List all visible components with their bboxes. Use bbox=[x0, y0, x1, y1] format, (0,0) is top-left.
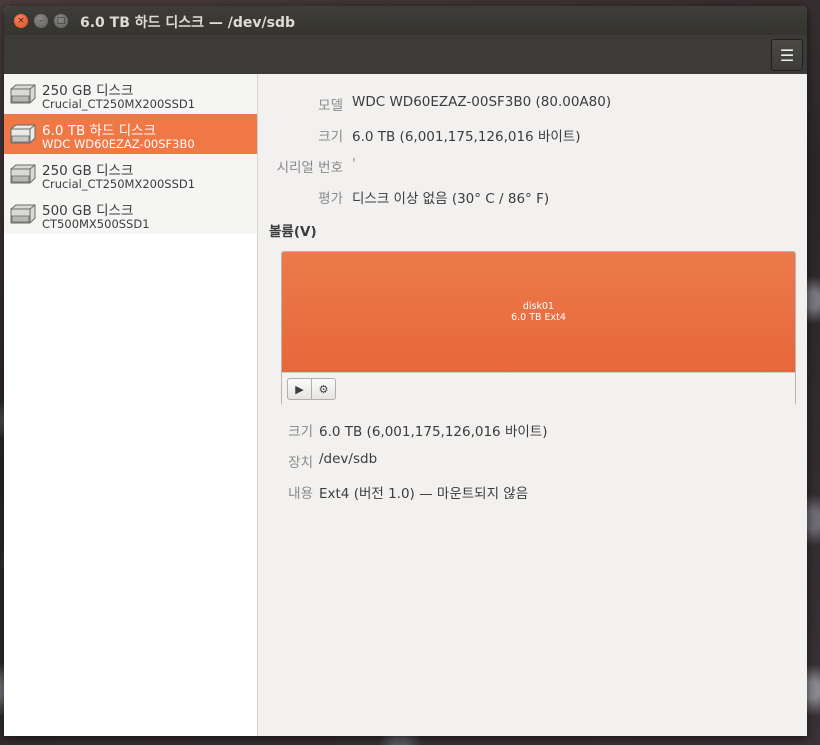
partition-options-button[interactable]: ⚙ bbox=[311, 378, 336, 400]
disk-model: WDC WD60EZAZ-00SF3B0 bbox=[42, 137, 195, 151]
play-icon: ▶ bbox=[295, 382, 304, 396]
volumes-heading: 볼륨(V) bbox=[269, 224, 317, 240]
close-button[interactable]: × bbox=[14, 14, 28, 28]
contents-value: Ext4 (버전 1.0) — 마운트되지 않음 bbox=[319, 486, 529, 502]
size-value: 6.0 TB (6,001,175,126,016 바이트) bbox=[352, 129, 581, 145]
disk-name: 250 GB 디스크 bbox=[42, 163, 134, 179]
assessment-value: 디스크 이상 없음 (30° C / 86° F) bbox=[352, 191, 550, 207]
partition-block[interactable]: disk01 6.0 TB Ext4 bbox=[282, 252, 795, 372]
minimize-icon: – bbox=[38, 15, 44, 26]
window-title: 6.0 TB 하드 디스크 — /dev/sdb bbox=[80, 15, 296, 31]
gears-icon: ⚙ bbox=[318, 382, 329, 396]
model-label: 모델 bbox=[318, 98, 343, 114]
contents-label: 내용 bbox=[288, 486, 313, 502]
volume-toolbar: ▶ ⚙ bbox=[282, 372, 795, 406]
device-value: /dev/sdb bbox=[319, 451, 378, 467]
disk-item-500gb[interactable]: 500 GB 디스크 CT500MX500SSD1 bbox=[4, 194, 257, 234]
hard-drive-icon bbox=[10, 164, 36, 184]
disk-model: CT500MX500SSD1 bbox=[42, 217, 150, 231]
disk-item-250gb-2[interactable]: 250 GB 디스크 Crucial_CT250MX200SSD1 bbox=[4, 154, 257, 194]
device-label: 장치 bbox=[288, 455, 313, 471]
volume-map: disk01 6.0 TB Ext4 ▶ ⚙ bbox=[281, 251, 796, 406]
hard-drive-icon bbox=[10, 124, 36, 144]
serial-value: ' bbox=[352, 156, 356, 172]
assessment-label: 평가 bbox=[318, 191, 343, 207]
close-icon: × bbox=[17, 15, 25, 26]
hard-drive-icon bbox=[10, 84, 36, 104]
maximize-icon: □ bbox=[56, 15, 66, 26]
model-value: WDC WD60EZAZ-00SF3B0 (80.00A80) bbox=[352, 94, 612, 110]
disks-window: × – □ 6.0 TB 하드 디스크 — /dev/sdb ☰ 250 GB … bbox=[4, 6, 807, 736]
mount-button[interactable]: ▶ bbox=[287, 378, 312, 400]
disk-name: 6.0 TB 하드 디스크 bbox=[42, 123, 156, 139]
disk-sidebar: 250 GB 디스크 Crucial_CT250MX200SSD1 6.0 TB… bbox=[4, 74, 258, 736]
header-toolbar: ☰ bbox=[4, 35, 807, 75]
size-label: 크기 bbox=[318, 129, 343, 145]
partition-name: disk01 bbox=[522, 301, 555, 312]
minimize-button[interactable]: – bbox=[34, 14, 48, 28]
disk-model: Crucial_CT250MX200SSD1 bbox=[42, 177, 196, 191]
disk-list: 250 GB 디스크 Crucial_CT250MX200SSD1 6.0 TB… bbox=[4, 74, 257, 234]
disk-name: 250 GB 디스크 bbox=[42, 83, 134, 99]
maximize-button[interactable]: □ bbox=[54, 14, 68, 28]
hard-drive-icon bbox=[10, 204, 36, 224]
title-bar[interactable]: × – □ 6.0 TB 하드 디스크 — /dev/sdb bbox=[4, 6, 807, 35]
hamburger-icon: ☰ bbox=[779, 45, 795, 65]
disk-name: 500 GB 디스크 bbox=[42, 203, 134, 219]
partition-desc: 6.0 TB Ext4 bbox=[511, 312, 566, 323]
partition-size-label: 크기 bbox=[288, 424, 313, 440]
drive-details: 모델 WDC WD60EZAZ-00SF3B0 (80.00A80) 크기 6.… bbox=[258, 74, 807, 736]
menu-button[interactable]: ☰ bbox=[771, 39, 803, 71]
disk-item-250gb-1[interactable]: 250 GB 디스크 Crucial_CT250MX200SSD1 bbox=[4, 74, 257, 114]
disk-model: Crucial_CT250MX200SSD1 bbox=[42, 97, 196, 111]
partition-size-value: 6.0 TB (6,001,175,126,016 바이트) bbox=[319, 424, 548, 440]
disk-item-6tb[interactable]: 6.0 TB 하드 디스크 WDC WD60EZAZ-00SF3B0 bbox=[4, 114, 257, 154]
serial-label: 시리얼 번호 bbox=[276, 160, 343, 176]
